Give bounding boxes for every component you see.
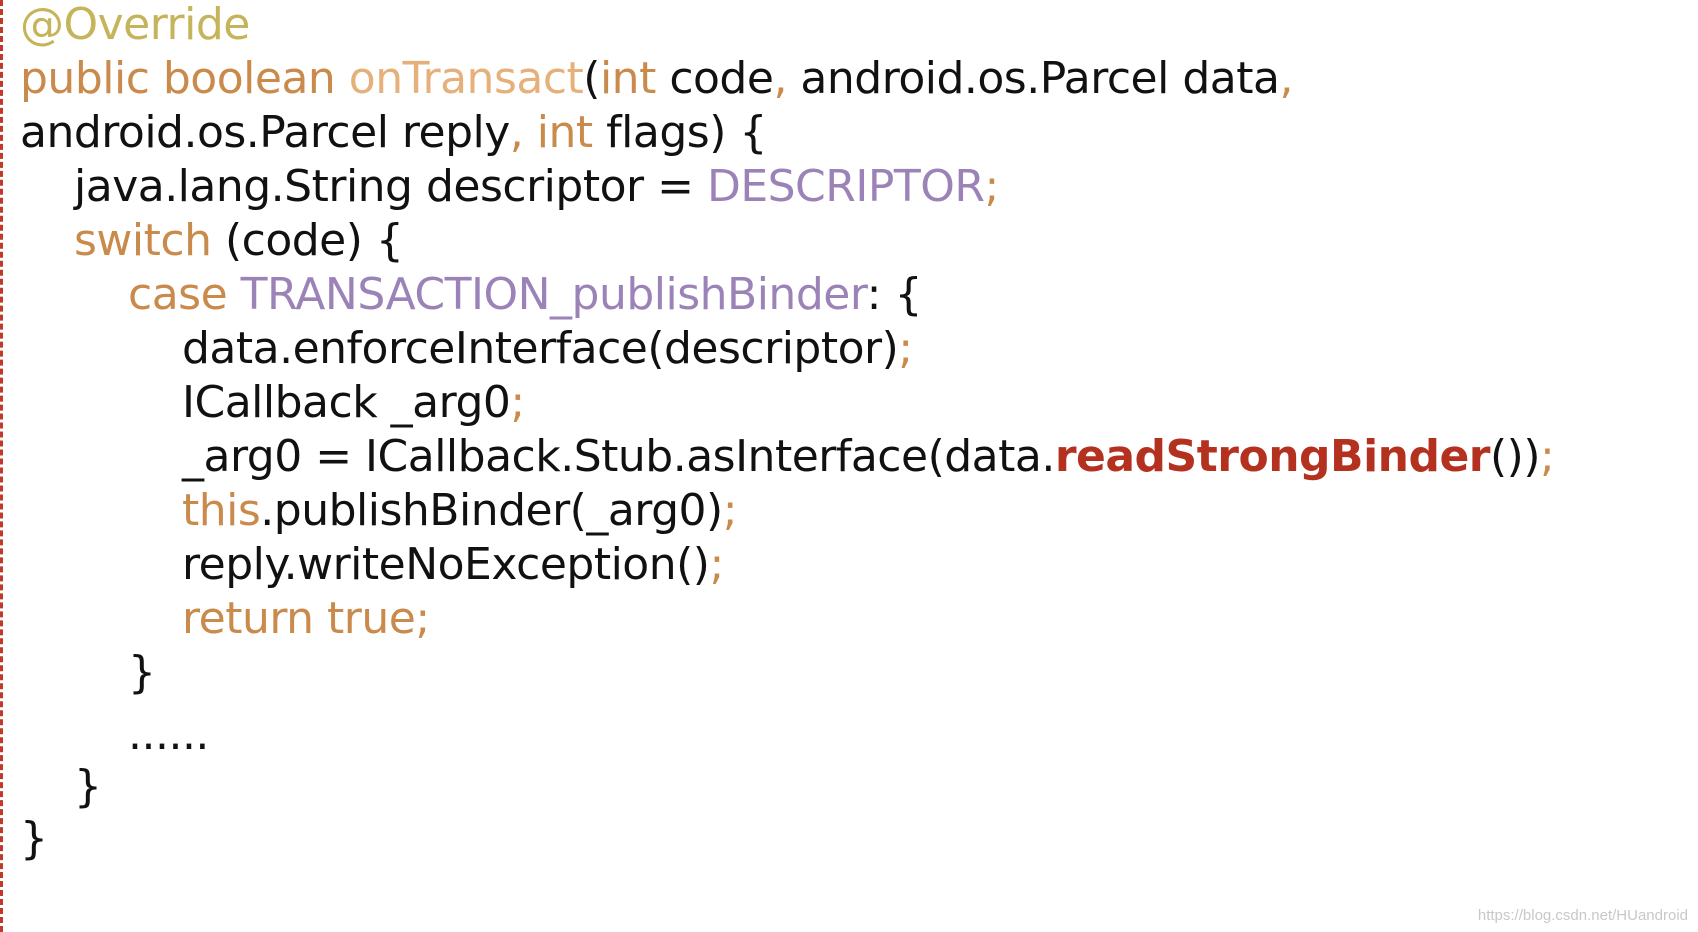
code-token: ()): [1490, 431, 1541, 482]
code-token: int: [599, 53, 656, 104]
code-line: _arg0 = ICallback.Stub.asInterface(data.…: [182, 428, 1555, 486]
code-line: this.publishBinder(_arg0);: [182, 482, 738, 540]
code-token: ICallback _arg0: [182, 377, 511, 428]
code-token: java.lang.String descriptor =: [74, 161, 707, 212]
code-token: reply.writeNoException(): [182, 539, 710, 590]
code-token: switch: [74, 215, 212, 266]
code-line: switch (code) {: [74, 212, 404, 270]
code-token: ;: [1540, 431, 1555, 482]
code-token: }: [20, 813, 48, 864]
code-token: flags) {: [592, 107, 767, 158]
code-token: _arg0 = ICallback.Stub.asInterface(data.: [182, 431, 1055, 482]
code-token: .publishBinder(_arg0): [260, 485, 723, 536]
code-token: ;: [709, 539, 724, 590]
code-line: @Override: [20, 0, 250, 54]
code-token: ,: [509, 107, 524, 158]
code-token: int: [536, 107, 593, 158]
code-token: ;: [722, 485, 738, 536]
dashed-left-border: [0, 0, 3, 932]
code-token: }: [74, 761, 102, 812]
watermark: https://blog.csdn.net/HUandroid: [1477, 907, 1688, 924]
code-token: code: [655, 53, 774, 104]
code-token: onTransact: [348, 53, 584, 104]
code-token: }: [128, 647, 156, 698]
code-line: ICallback _arg0;: [182, 374, 525, 432]
code-token: return true;: [182, 593, 430, 644]
code-line: }: [128, 644, 156, 702]
code-token: ......: [128, 709, 209, 760]
code-line: }: [20, 810, 48, 868]
code-token: ;: [510, 377, 525, 428]
code-line: java.lang.String descriptor = DESCRIPTOR…: [74, 158, 999, 216]
code-line: }: [74, 758, 102, 816]
code-token: case: [128, 269, 241, 320]
code-token: readStrongBinder: [1054, 431, 1491, 482]
code-line: public boolean onTransact(int code, andr…: [20, 50, 1293, 108]
code-token: : {: [866, 269, 923, 320]
code-token: android.os.Parcel data: [786, 53, 1280, 104]
code-token: ;: [984, 161, 999, 212]
code-slide: @Override public boolean onTransact(int c…: [0, 0, 1698, 932]
code-line: case TRANSACTION_publishBinder: {: [128, 266, 922, 324]
code-token: TRANSACTION_publishBinder: [240, 269, 868, 320]
code-token: ,: [1279, 53, 1293, 104]
code-line: android.os.Parcel reply, int flags) {: [20, 104, 767, 162]
code-line: reply.writeNoException();: [182, 536, 724, 594]
code-token: public boolean: [20, 53, 349, 104]
code-line: return true;: [182, 590, 430, 648]
code-token: android.os.Parcel reply: [20, 107, 510, 158]
code-line: ......: [128, 706, 209, 764]
code-token: ,: [773, 53, 787, 104]
code-token: ;: [898, 323, 913, 374]
code-token: @Override: [20, 0, 250, 50]
code-line: data.enforceInterface(descriptor);: [182, 320, 913, 378]
code-token: this: [182, 485, 261, 536]
code-token: (code) {: [211, 215, 404, 266]
code-token: data.enforceInterface(descriptor): [182, 323, 899, 374]
code-token: (: [583, 53, 600, 104]
code-token: DESCRIPTOR: [706, 161, 985, 212]
